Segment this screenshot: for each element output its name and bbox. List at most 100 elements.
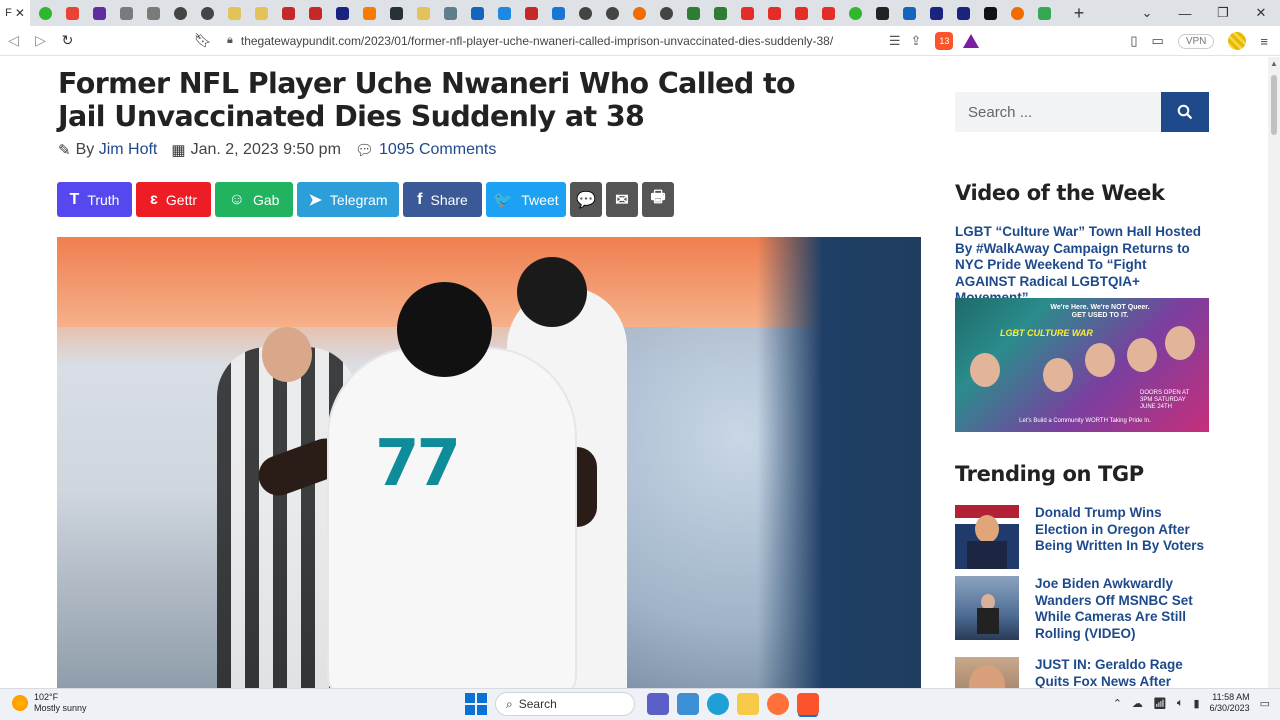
amazon-icon[interactable]	[869, 0, 896, 26]
dash-icon[interactable]	[707, 0, 734, 26]
sidebar-toggle-icon[interactable]: ▯	[1130, 33, 1137, 49]
teams-icon[interactable]	[647, 693, 669, 715]
globe-icon[interactable]	[572, 0, 599, 26]
active-tab[interactable]: F ✕	[0, 0, 30, 26]
trending-item[interactable]: Donald Trump Wins Election in Oregon Aft…	[955, 505, 1209, 569]
bag-icon[interactable]	[545, 0, 572, 26]
email-share-button[interactable]: ✉	[606, 182, 638, 217]
forward-button[interactable]: ▷	[27, 28, 54, 54]
start-button[interactable]	[465, 693, 487, 715]
ruler-icon[interactable]	[356, 0, 383, 26]
trending-title[interactable]: JUST IN: Geraldo Rage Quits Fox News Aft…	[1035, 657, 1209, 688]
trending-title[interactable]: Joe Biden Awkwardly Wanders Off MSNBC Se…	[1035, 576, 1209, 642]
hat-icon[interactable]	[491, 0, 518, 26]
video-link[interactable]: LGBT “Culture War” Town Hall Hosted By #…	[955, 224, 1209, 307]
new-tab-button[interactable]: +	[1064, 0, 1094, 26]
play-icon[interactable]	[842, 0, 869, 26]
brave-rewards-icon[interactable]	[963, 33, 980, 48]
trending-thumbnail[interactable]	[955, 505, 1019, 569]
globe-icon[interactable]	[653, 0, 680, 26]
author-link[interactable]: Jim Hoft	[99, 141, 158, 159]
menu-icon[interactable]: ≡	[1260, 34, 1268, 49]
scrollbar-thumb[interactable]	[1271, 75, 1277, 135]
gmail-icon[interactable]	[59, 0, 86, 26]
rumble-icon[interactable]	[140, 0, 167, 26]
cloud-icon[interactable]: ☁	[1132, 697, 1143, 710]
share-page-icon[interactable]: ⇪	[911, 33, 922, 49]
telegram-share-button[interactable]: ➤ Telegram	[297, 182, 399, 217]
pen-icon[interactable]	[437, 0, 464, 26]
page-scrollbar[interactable]: ▲	[1268, 57, 1280, 688]
reload-button[interactable]: ↻	[54, 28, 81, 54]
play-icon[interactable]	[32, 0, 59, 26]
d-icon[interactable]	[1004, 0, 1031, 26]
shield-icon[interactable]	[518, 0, 545, 26]
youtube-icon[interactable]	[788, 0, 815, 26]
battery-icon[interactable]: ▮	[1193, 697, 1199, 710]
globe-icon[interactable]	[194, 0, 221, 26]
trending-thumbnail[interactable]	[955, 657, 1019, 688]
comments-link[interactable]: 1095 Comments	[379, 141, 496, 159]
comment-share-button[interactable]: 💬	[570, 182, 602, 217]
maximize-button[interactable]: ❐	[1204, 0, 1242, 26]
trending-item[interactable]: JUST IN: Geraldo Rage Quits Fox News Aft…	[955, 657, 1209, 688]
wifi-icon[interactable]: 📶︎	[1153, 697, 1167, 710]
d-icon[interactable]	[626, 0, 653, 26]
square-icon[interactable]	[383, 0, 410, 26]
taskbar-search[interactable]: ⌕ Search	[495, 692, 635, 716]
key-icon[interactable]	[410, 0, 437, 26]
truth-share-button[interactable]: T Truth	[57, 182, 132, 217]
url-field[interactable]: thegatewaypundit.com/2023/01/former-nfl-…	[241, 34, 881, 48]
m-icon[interactable]	[977, 0, 1004, 26]
weather-widget[interactable]: 102°F Mostly sunny	[12, 692, 87, 714]
reader-mode-icon[interactable]: ☰	[889, 33, 901, 49]
tray-overflow-icon[interactable]: ⌃	[1113, 697, 1122, 710]
notification-icon[interactable]: ▭	[1260, 697, 1270, 710]
youtube-icon[interactable]	[734, 0, 761, 26]
rumble-icon[interactable]	[113, 0, 140, 26]
globe-icon[interactable]	[599, 0, 626, 26]
tab-search-icon[interactable]: ⌄	[1128, 0, 1166, 26]
youtube-icon[interactable]	[761, 0, 788, 26]
print-button[interactable]: 🖶	[642, 182, 674, 217]
news-icon[interactable]	[464, 0, 491, 26]
store-icon[interactable]	[677, 693, 699, 715]
minimize-button[interactable]: —	[1166, 0, 1204, 26]
flag-icon[interactable]	[275, 0, 302, 26]
trending-item[interactable]: Joe Biden Awkwardly Wanders Off MSNBC Se…	[955, 576, 1209, 642]
share-share-button[interactable]: f Share	[403, 182, 482, 217]
nm-icon[interactable]	[950, 0, 977, 26]
trending-thumbnail[interactable]	[955, 576, 1019, 640]
nm-icon[interactable]	[923, 0, 950, 26]
vpn-button[interactable]: VPN	[1177, 33, 1215, 49]
gettr-share-button[interactable]: ɛ Gettr	[136, 182, 211, 217]
back-button[interactable]: ◁	[0, 28, 27, 54]
clock[interactable]: 11:58 AM 6/30/2023	[1210, 692, 1250, 714]
edge-icon[interactable]	[707, 693, 729, 715]
bookmark-icon[interactable]: 🔖︎	[193, 31, 213, 51]
maps-icon[interactable]	[1031, 0, 1058, 26]
gab-share-button[interactable]: ☺ Gab	[215, 182, 293, 217]
volume-icon[interactable]: 🔈︎	[1177, 697, 1184, 710]
tweet-share-button[interactable]: 🐦 Tweet	[486, 182, 566, 217]
trending-title[interactable]: Donald Trump Wins Election in Oregon Aft…	[1035, 505, 1209, 555]
square-icon[interactable]	[329, 0, 356, 26]
close-window-button[interactable]: ✕	[1242, 0, 1280, 26]
search-button[interactable]	[1161, 92, 1209, 132]
key-icon[interactable]	[248, 0, 275, 26]
flag-icon[interactable]	[302, 0, 329, 26]
lock-icon[interactable]: 🔒︎	[227, 34, 233, 47]
lm-icon[interactable]	[896, 0, 923, 26]
brave-icon[interactable]	[797, 693, 819, 715]
youtube-icon[interactable]	[815, 0, 842, 26]
file-explorer-icon[interactable]	[737, 693, 759, 715]
key-icon[interactable]	[221, 0, 248, 26]
globe-icon[interactable]	[167, 0, 194, 26]
mail-icon[interactable]	[86, 0, 113, 26]
video-thumbnail[interactable]: We're Here. We're NOT Queer. GET USED TO…	[955, 298, 1209, 432]
brave-shields-icon[interactable]: 13	[935, 31, 954, 50]
firefox-icon[interactable]	[767, 693, 789, 715]
close-tab-icon[interactable]: ✕	[15, 6, 25, 20]
wallet-icon[interactable]: ▭	[1152, 33, 1164, 49]
dash-icon[interactable]	[680, 0, 707, 26]
